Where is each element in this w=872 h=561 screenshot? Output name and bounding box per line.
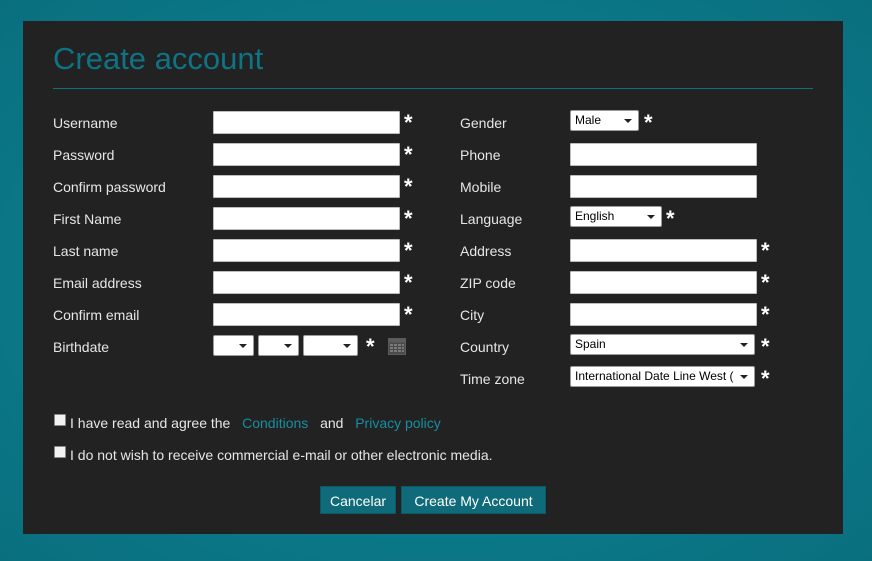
privacy-policy-link[interactable]: Privacy policy [355,415,441,431]
username-field[interactable] [213,111,400,134]
confirm-email-required-marker: * [404,302,413,327]
country-label: Country [460,339,510,355]
chevron-down-icon [740,375,748,379]
agree-terms-text: I have read and agree the Conditions and… [70,415,441,431]
city-label: City [460,307,485,323]
zip-code-label: ZIP code [460,275,516,291]
password-required-marker: * [404,142,413,167]
gender-select[interactable]: Male [570,110,639,131]
agree-terms-prefix: I have read and agree the [70,415,231,431]
language-select[interactable]: English [570,206,662,227]
mobile-field[interactable] [570,175,757,198]
birth-day-select[interactable] [213,335,254,356]
country-value: Spain [575,337,606,351]
password-label: Password [53,147,115,163]
calendar-icon[interactable] [388,337,406,355]
last-name-label: Last name [53,243,119,259]
create-account-button[interactable]: Create My Account [401,486,546,514]
last-name-field[interactable] [213,239,400,262]
first-name-label: First Name [53,211,122,227]
birthdate-label: Birthdate [53,339,110,355]
confirm-password-required-marker: * [404,174,413,199]
chevron-down-icon [343,344,351,348]
first-name-required-marker: * [404,206,413,231]
chevron-down-icon [239,344,247,348]
birth-month-select[interactable] [258,335,299,356]
country-select[interactable]: Spain [570,334,755,355]
country-required-marker: * [761,334,770,359]
create-account-panel: Create account Username Password Confirm… [23,21,843,534]
no-commercial-checkbox[interactable] [54,446,66,458]
chevron-down-icon [647,215,655,219]
phone-label: Phone [460,147,501,163]
birth-year-select[interactable] [303,335,358,356]
page-title: Create account [53,41,264,76]
language-label: Language [460,211,523,227]
birthdate-required-marker: * [366,334,375,359]
time-zone-value: International Date Line West ( [575,369,734,383]
cancel-button[interactable]: Cancelar [320,486,396,514]
zip-code-field[interactable] [570,271,757,294]
conditions-link[interactable]: Conditions [242,415,308,431]
no-commercial-text: I do not wish to receive commercial e-ma… [70,447,493,463]
language-value: English [575,209,615,223]
time-zone-select[interactable]: International Date Line West ( [570,366,755,387]
chevron-down-icon [740,343,748,347]
email-required-marker: * [404,270,413,295]
zip-required-marker: * [761,270,770,295]
gender-value: Male [575,113,602,127]
first-name-field[interactable] [213,207,400,230]
address-required-marker: * [761,238,770,263]
confirm-email-label: Confirm email [53,307,140,323]
confirm-email-field[interactable] [213,303,400,326]
email-label: Email address [53,275,142,291]
chevron-down-icon [624,119,632,123]
phone-field[interactable] [570,143,757,166]
password-field[interactable] [213,143,400,166]
agree-terms-checkbox[interactable] [54,414,66,426]
confirm-password-label: Confirm password [53,179,166,195]
address-field[interactable] [570,239,757,262]
and-text: and [320,415,344,431]
gender-required-marker: * [644,110,653,135]
username-required-marker: * [404,110,413,135]
mobile-label: Mobile [460,179,502,195]
last-name-required-marker: * [404,238,413,263]
chevron-down-icon [284,344,292,348]
username-label: Username [53,115,118,131]
city-field[interactable] [570,303,757,326]
address-label: Address [460,243,512,259]
confirm-password-field[interactable] [213,175,400,198]
title-divider [53,88,813,89]
language-required-marker: * [666,206,675,231]
gender-label: Gender [460,115,507,131]
time-zone-label: Time zone [460,371,525,387]
email-field[interactable] [213,271,400,294]
time-zone-required-marker: * [761,366,770,391]
city-required-marker: * [761,302,770,327]
